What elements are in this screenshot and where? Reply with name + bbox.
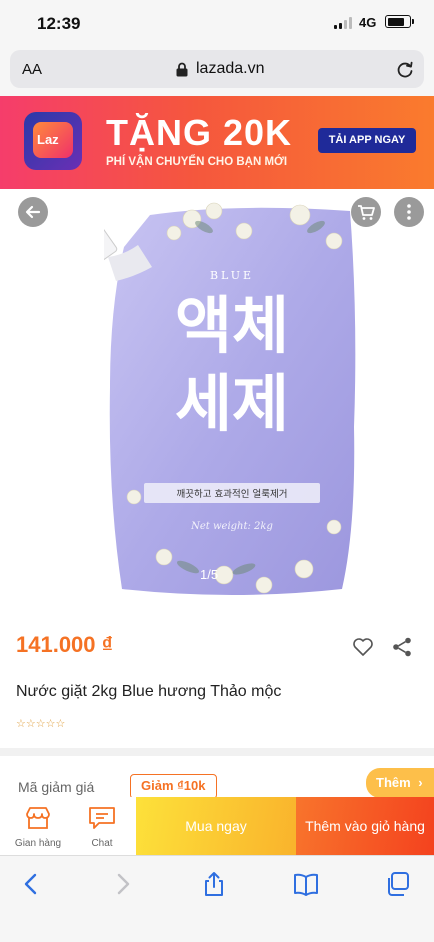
battery-icon (385, 15, 414, 28)
network-label: 4G (359, 15, 377, 30)
more-vertical-icon (407, 204, 411, 220)
url-text: lazada.vn (196, 60, 265, 77)
share-sheet-icon[interactable] (200, 870, 228, 898)
cart-icon (358, 205, 375, 220)
tabs-icon[interactable] (384, 870, 412, 898)
download-app-button[interactable]: TẢI APP NGAY (318, 128, 416, 153)
add-to-cart-button[interactable]: Thêm vào giỏ hàng (296, 797, 434, 855)
browser-address-area: AA lazada.vn (0, 46, 434, 96)
shop-button[interactable]: Gian hàng (8, 801, 68, 851)
back-button[interactable] (18, 197, 48, 227)
product-price: 141.000 ₫ (16, 632, 113, 657)
product-action-bar: Gian hàng Chat Mua ngay Thêm vào giỏ hàn… (0, 797, 434, 855)
more-vouchers-label: Thêm (376, 775, 411, 790)
product-gallery[interactable]: BLUE 액체 세제 깨끗하고 효과적인 얼룩제거 Net weight: 2k… (0, 189, 434, 617)
text-size-button[interactable]: AA (22, 61, 42, 78)
rating-stars[interactable]: ☆☆☆☆☆ (16, 717, 65, 730)
product-title: Nước giặt 2kg Blue hương Thảo mộc (16, 683, 282, 700)
banner-subtitle: PHÍ VẬN CHUYỂN CHO BẠN MỚI (106, 156, 288, 168)
status-bar: 12:39 4G (0, 0, 434, 46)
share-icon[interactable] (391, 636, 413, 658)
browser-back-icon[interactable] (18, 870, 46, 898)
svg-text:깨끗하고 효과적인 얼룩제거: 깨끗하고 효과적인 얼룩제거 (177, 488, 288, 500)
more-options-button[interactable] (394, 197, 424, 227)
reload-icon[interactable] (395, 59, 415, 79)
browser-forward-icon[interactable] (108, 870, 136, 898)
chat-label: Chat (91, 838, 113, 849)
promo-banner[interactable]: Laz TẶNG 20K PHÍ VẬN CHUYỂN CHO BẠN MỚI … (0, 96, 434, 189)
shop-label: Gian hàng (14, 838, 62, 849)
cart-button[interactable] (351, 197, 381, 227)
heart-icon[interactable] (352, 637, 374, 657)
image-counter: 1/5 (200, 567, 219, 582)
address-bar[interactable]: AA lazada.vn (10, 50, 424, 88)
chat-button[interactable]: Chat (72, 801, 132, 851)
status-time: 12:39 (37, 14, 81, 33)
voucher-chip[interactable]: Giảm ₫10k (130, 774, 217, 799)
banner-headline: TẶNG 20K (106, 112, 293, 153)
chat-icon (89, 807, 115, 829)
section-divider (0, 748, 434, 756)
signal-icon (334, 17, 354, 29)
store-icon (26, 807, 50, 829)
buy-now-button[interactable]: Mua ngay (136, 797, 296, 855)
bookmarks-icon[interactable] (292, 870, 320, 898)
lock-icon (176, 62, 188, 77)
lazada-logo: Laz (24, 112, 82, 170)
arrow-left-icon (25, 205, 41, 219)
svg-text:세제: 세제 (175, 367, 289, 440)
svg-text:액체: 액체 (175, 289, 289, 362)
voucher-label: Mã giảm giá (18, 779, 95, 795)
browser-toolbar (0, 855, 434, 942)
more-vouchers-button[interactable]: Thêm › (366, 768, 434, 798)
chevron-right-icon: › (418, 775, 423, 790)
svg-text:Net weight: 2kg: Net weight: 2kg (190, 521, 273, 532)
product-image[interactable]: BLUE 액체 세제 깨끗하고 효과적인 얼룩제거 Net weight: 2k… (104, 197, 360, 603)
svg-text:BLUE: BLUE (210, 269, 254, 282)
